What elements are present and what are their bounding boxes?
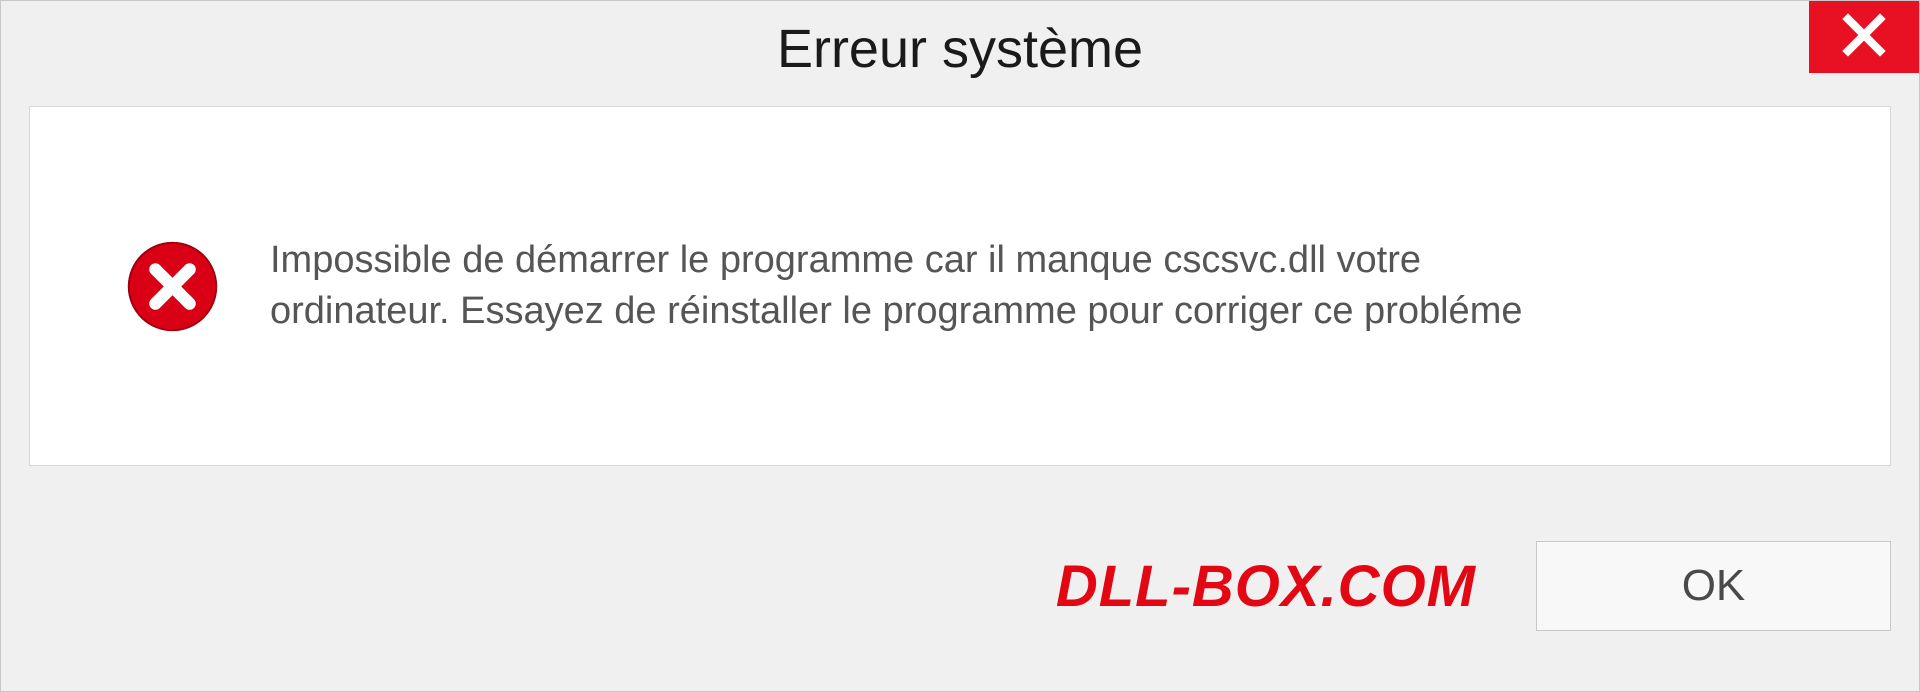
dialog-title: Erreur système xyxy=(777,18,1143,80)
dialog-titlebar: Erreur système xyxy=(1,1,1919,96)
dialog-content: Impossible de démarrer le programme car … xyxy=(29,106,1891,466)
error-icon xyxy=(125,239,220,334)
watermark-label: DLL-BOX.COM xyxy=(1056,553,1476,620)
close-button[interactable] xyxy=(1809,1,1919,73)
dialog-footer: DLL-BOX.COM OK xyxy=(1,481,1919,691)
ok-button[interactable]: OK xyxy=(1536,541,1891,631)
error-message: Impossible de démarrer le programme car … xyxy=(270,235,1590,338)
close-icon xyxy=(1840,11,1888,64)
ok-button-label: OK xyxy=(1682,561,1746,611)
